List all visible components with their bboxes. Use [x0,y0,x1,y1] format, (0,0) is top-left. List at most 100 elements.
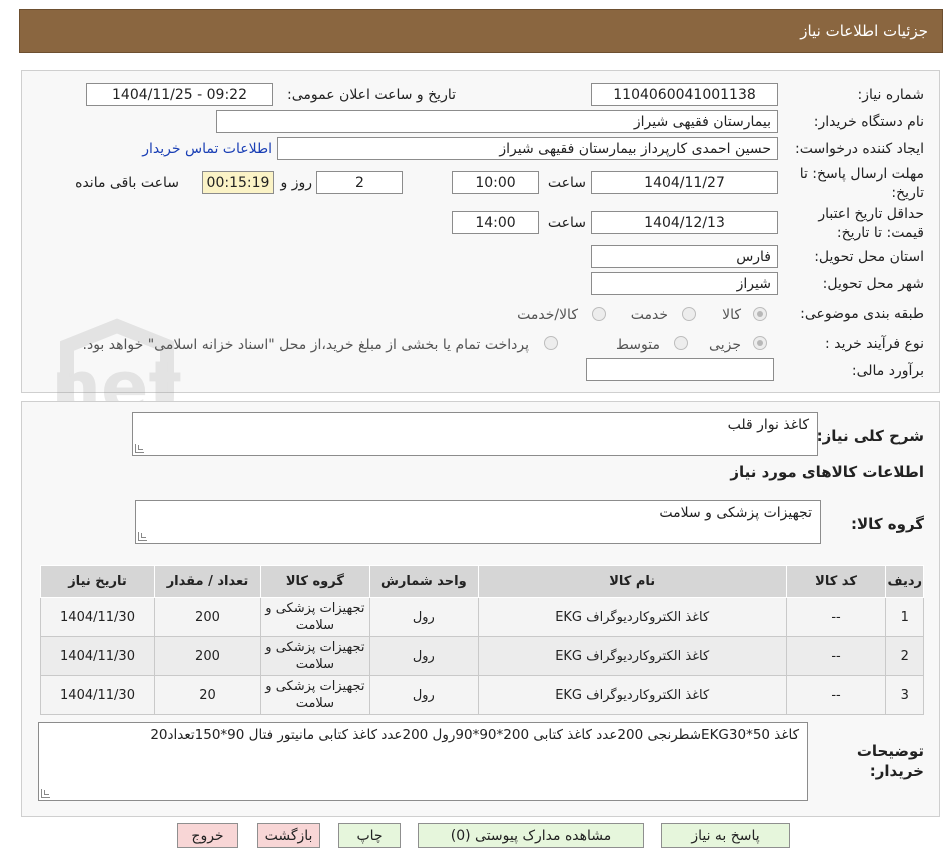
col-header-quantity: تعداد / مقدار [154,565,261,598]
buyer-notes-value: کاغذ 50*EKG30شطرنجی 200عدد کاغذ کتابی 20… [150,727,799,743]
goods-group-label: گروه کالا: [851,515,924,533]
creator-label: ایجاد کننده درخواست: [795,141,924,157]
announce-value: 1404/11/25 - 09:22 [112,86,247,103]
col-header-item-code: کد کالا [785,565,887,598]
need-info-panel: AriaTender.net شماره نیاز: 1104060041001… [21,70,940,456]
summary-value: کاغذ نوار قلب [727,417,809,433]
cell-unit: رول [368,636,479,676]
col-header-need-date: تاریخ نیاز [40,565,155,598]
process-radio-medium[interactable] [674,336,688,350]
need-number-field: 1104060041001138 [591,83,778,106]
resize-grip-icon[interactable] [41,789,50,798]
cell-need-date: 1404/11/30 [40,636,155,676]
col-header-group: گروه کالا [259,565,370,598]
buyer-notes-label-2: خریدار: [869,762,924,780]
estimate-field [586,358,774,381]
table-row: 1 -- کاغذ الکتروکاردیوگراف EKG رول تجهیز… [40,597,924,637]
back-button[interactable]: بازگشت [257,823,320,848]
buyer-org-field: بیمارستان فقیهی شیراز [216,110,778,133]
category-option-service: خدمت [630,307,668,323]
col-header-row-number: ردیف [885,565,924,598]
validity-time-field: 14:00 [452,211,539,234]
process-label: نوع فرآیند خرید : [825,336,924,352]
exit-button[interactable]: خروج [177,823,238,848]
deadline-time-label: ساعت [547,175,586,191]
province-field: فارس [591,245,778,268]
buyer-org-label: نام دستگاه خریدار: [813,114,924,130]
deadline-label-2: تاریخ: [891,185,924,201]
process-radio-minor[interactable] [753,336,767,350]
cell-unit: رول [368,597,479,637]
category-label: طبقه بندی موضوعی: [800,306,924,322]
category-option-goods: کالا [722,307,741,323]
process-note: پرداخت تمام یا بخشی از مبلغ خرید،از محل … [82,337,529,353]
category-option-goods-service: کالا/خدمت [517,307,578,323]
deadline-time-field: 10:00 [452,171,539,194]
deadline-date-field: 1404/11/27 [591,171,778,194]
remaining-label: ساعت باقی مانده [75,175,179,191]
days-label: روز و [280,175,313,191]
cell-item-name: کاغذ الکتروکاردیوگراف EKG [477,675,787,715]
resize-grip-icon[interactable] [138,532,147,541]
buyer-contact-link[interactable]: اطلاعات تماس خریدار [142,141,272,157]
cell-quantity: 200 [154,636,261,676]
cell-unit: رول [368,675,479,715]
view-attachments-button[interactable]: مشاهده مدارک پیوستی (0) [418,823,644,848]
announce-field: 1404/11/25 - 09:22 [86,83,273,106]
validity-label: حداقل تاریخ اعتبار [818,206,924,222]
buyer-notes-label: توضیحات [856,742,924,760]
table-header-row: ردیف کد کالا نام کالا واحد شمارش گروه کا… [40,565,924,598]
goods-group-field: تجهیزات پزشکی و سلامت [135,500,821,544]
days-field: 2 [316,171,403,194]
table-row: 2 -- کاغذ الکتروکاردیوگراف EKG رول تجهیز… [40,636,924,676]
cell-item-code: -- [785,675,887,715]
cell-quantity: 20 [154,675,261,715]
validity-time-label: ساعت [547,215,586,231]
goods-group-value: تجهیزات پزشکی و سلامت [659,505,812,521]
col-header-item-name: نام کالا [477,565,787,598]
city-field: شیراز [591,272,778,295]
print-button[interactable]: چاپ [338,823,401,848]
city-label: شهر محل تحویل: [822,276,924,292]
resize-grip-icon[interactable] [135,444,144,453]
summary-field: کاغذ نوار قلب [132,412,818,456]
cell-quantity: 200 [154,597,261,637]
cell-item-name: کاغذ الکتروکاردیوگراف EKG [477,597,787,637]
cell-item-code: -- [785,597,887,637]
cell-need-date: 1404/11/30 [40,675,155,715]
estimate-label: برآورد مالی: [851,363,924,379]
validity-date-field: 1404/12/13 [591,211,778,234]
remaining-time-field: 00:15:19 [202,171,274,194]
need-details-panel: شرح کلی نیاز: کاغذ نوار قلب اطلاعات کالا… [21,401,940,817]
cell-item-code: -- [785,636,887,676]
col-header-unit: واحد شمارش [368,565,479,598]
cell-row-number: 2 [885,636,924,676]
cell-row-number: 3 [885,675,924,715]
announce-label: تاریخ و ساعت اعلان عمومی: [287,87,456,103]
category-radio-goods-service[interactable] [592,307,606,321]
goods-table: ردیف کد کالا نام کالا واحد شمارش گروه کا… [40,565,924,715]
process-option-minor: جزیی [709,337,741,353]
validity-label-2: قیمت: تا تاریخ: [836,225,924,241]
buyer-notes-field: کاغذ 50*EKG30شطرنجی 200عدد کاغذ کتابی 20… [38,722,808,801]
page-header: جزئیات اطلاعات نیاز [19,9,943,53]
cell-group: تجهیزات پزشکی و سلامت [259,636,370,676]
page-title: جزئیات اطلاعات نیاز [800,22,928,40]
reply-button[interactable]: پاسخ به نیاز [661,823,790,848]
creator-field: حسین احمدی کارپرداز بیمارستان فقیهی شیرا… [277,137,778,160]
cell-item-name: کاغذ الکتروکاردیوگراف EKG [477,636,787,676]
cell-need-date: 1404/11/30 [40,597,155,637]
cell-group: تجهیزات پزشکی و سلامت [259,597,370,637]
process-option-medium: متوسط [616,337,660,353]
need-number-label: شماره نیاز: [857,87,925,103]
category-radio-goods[interactable] [753,307,767,321]
table-row: 3 -- کاغذ الکتروکاردیوگراف EKG رول تجهیز… [40,675,924,715]
province-label: استان محل تحویل: [814,249,924,265]
process-checkbox-treasury[interactable] [544,336,558,350]
cell-row-number: 1 [885,597,924,637]
summary-label: شرح کلی نیاز: [816,427,924,445]
deadline-label: مهلت ارسال پاسخ: تا [799,166,924,182]
cell-group: تجهیزات پزشکی و سلامت [259,675,370,715]
category-radio-service[interactable] [682,307,696,321]
goods-info-title: اطلاعات کالاهای مورد نیاز [730,463,924,481]
